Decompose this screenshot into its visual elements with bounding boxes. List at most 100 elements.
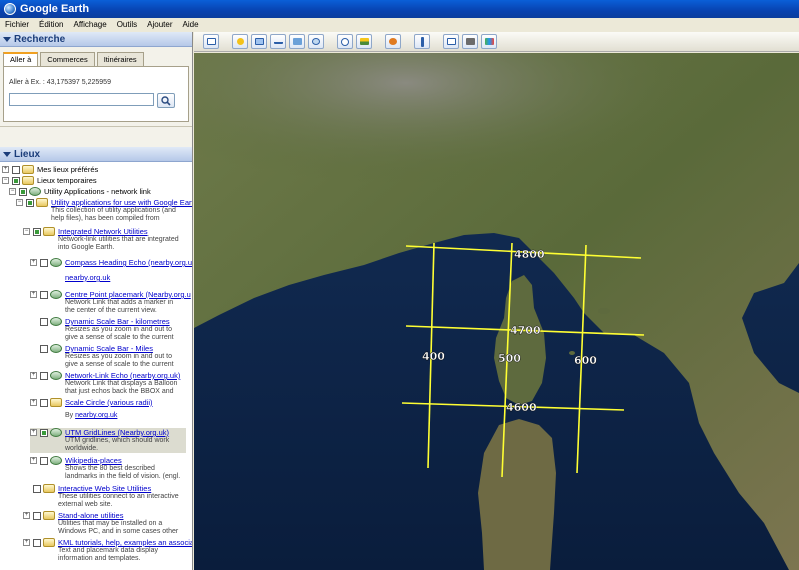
tree-node-temp-places[interactable]: − Lieux temporaires — [2, 176, 192, 185]
historical-imagery-button[interactable] — [337, 34, 353, 49]
satellite-map[interactable]: 4800 4700 4600 400 500 600 — [194, 53, 799, 570]
checkbox[interactable] — [33, 539, 41, 547]
search-panel-title: Recherche — [14, 33, 66, 45]
add-polygon-button[interactable] — [251, 34, 267, 49]
checkbox[interactable] — [33, 512, 41, 520]
node-link[interactable]: Utility applications for use with Google… — [51, 198, 192, 207]
view-in-maps-button[interactable] — [481, 34, 497, 49]
node-link[interactable]: nearby.org.uk — [75, 412, 117, 419]
collapse-icon[interactable]: − — [16, 199, 23, 206]
expand-icon[interactable]: + — [2, 166, 9, 173]
collapse-icon[interactable]: − — [23, 228, 30, 235]
node-link[interactable]: Dynamic Scale Bar - Miles — [65, 344, 174, 353]
expand-icon[interactable]: + — [30, 457, 37, 464]
expand-icon[interactable]: + — [30, 259, 37, 266]
search-hint: Aller à Ex. : 43,175397 5,225959 — [9, 79, 111, 86]
tree-node-integrated[interactable]: − Integrated Network Utilities Network-l… — [23, 227, 192, 252]
tree-node-scale-mi[interactable]: Dynamic Scale Bar - Miles Resizes as you… — [37, 344, 192, 369]
menu-ajouter[interactable]: Ajouter — [142, 18, 177, 32]
collapse-triangle-icon — [3, 151, 11, 157]
checkbox[interactable] — [12, 166, 20, 174]
node-link[interactable]: Dynamic Scale Bar - kilometres — [65, 317, 174, 326]
collapse-icon[interactable]: − — [9, 188, 16, 195]
checkbox[interactable] — [26, 199, 34, 207]
expand-icon[interactable]: + — [23, 539, 30, 546]
email-button[interactable] — [443, 34, 459, 49]
checkbox[interactable] — [40, 372, 48, 380]
places-panel-header[interactable]: Lieux — [0, 147, 192, 162]
sunlight-button[interactable] — [356, 34, 372, 49]
grid-label-4800: 4800 — [514, 248, 545, 261]
expand-icon[interactable]: + — [30, 372, 37, 379]
collapse-icon[interactable]: − — [2, 177, 9, 184]
node-link[interactable]: Centre Point placemark (Nearby.org.u — [65, 290, 191, 299]
tree-node-scale-circle[interactable]: + Scale Circle (various radii) By nearby… — [30, 398, 192, 420]
folder-icon — [36, 198, 48, 207]
tree-node-centre-point[interactable]: + Centre Point placemark (Nearby.org.u N… — [30, 290, 192, 315]
search-input[interactable] — [9, 93, 154, 106]
menu-outils[interactable]: Outils — [112, 18, 142, 32]
tab-itineraires[interactable]: Itinéraires — [96, 52, 144, 66]
tree-node-wikipedia[interactable]: + Wikipedia-places Shows the 80 best des… — [30, 456, 192, 481]
magnifier-icon — [161, 95, 171, 106]
node-link[interactable]: Wikipedia-places — [65, 456, 180, 465]
planets-button[interactable] — [385, 34, 401, 49]
node-link[interactable]: Interactive Web Site Utilities — [58, 484, 179, 493]
checkbox[interactable] — [40, 345, 48, 353]
checkbox[interactable] — [40, 429, 48, 437]
tree-node-kml[interactable]: + KML tutorials, help, examples an assoc… — [23, 538, 192, 563]
sidebar-toggle-button[interactable] — [203, 34, 219, 49]
checkbox[interactable] — [33, 485, 41, 493]
menu-edition[interactable]: Édition — [34, 18, 68, 32]
checkbox[interactable] — [12, 177, 20, 185]
checkbox[interactable] — [40, 259, 48, 267]
node-link[interactable]: Scale Circle (various radii) — [65, 398, 153, 407]
search-tab-body: Aller à Ex. : 43,175397 5,225959 — [3, 66, 189, 122]
checkbox[interactable] — [40, 457, 48, 465]
tree-node-interactive[interactable]: Interactive Web Site Utilities These uti… — [30, 484, 192, 509]
print-button[interactable] — [462, 34, 478, 49]
add-placemark-button[interactable] — [232, 34, 248, 49]
tree-node-utm[interactable]: + UTM GridLines (Nearby.org.uk) UTM grid… — [30, 428, 186, 453]
expand-icon[interactable]: + — [30, 399, 37, 406]
menu-fichier[interactable]: Fichier — [0, 18, 34, 32]
add-overlay-button[interactable] — [289, 34, 305, 49]
tab-aller-a[interactable]: Aller à — [3, 52, 39, 66]
tree-node-compass[interactable]: + Compass Heading Echo (nearby.org.u nea… — [30, 258, 192, 282]
ruler-button[interactable] — [414, 34, 430, 49]
window-title: Google Earth — [20, 3, 90, 15]
search-button[interactable] — [157, 93, 175, 108]
sun-icon — [359, 38, 369, 45]
tree-node-utility-for-ge[interactable]: − Utility applications for use with Goog… — [16, 198, 192, 223]
node-link[interactable]: Stand-alone utilities — [58, 511, 178, 520]
menu-affichage[interactable]: Affichage — [68, 18, 111, 32]
tab-commerces[interactable]: Commerces — [40, 52, 95, 66]
checkbox[interactable] — [33, 228, 41, 236]
tree-node-my-places[interactable]: + Mes lieux préférés — [2, 165, 192, 174]
node-link[interactable]: Compass Heading Echo (nearby.org.u — [65, 258, 192, 267]
checkbox[interactable] — [40, 291, 48, 299]
checkbox[interactable] — [40, 399, 48, 407]
checkbox[interactable] — [40, 318, 48, 326]
tree-node-utility-apps[interactable]: − Utility Applications - network link — [9, 187, 192, 196]
expand-icon[interactable]: + — [30, 291, 37, 298]
tree-node-scale-km[interactable]: Dynamic Scale Bar - kilometres Resizes a… — [37, 317, 192, 342]
search-panel-header[interactable]: Recherche — [0, 32, 192, 47]
record-tour-button[interactable] — [308, 34, 324, 49]
map-icon — [484, 38, 494, 45]
node-link[interactable]: nearby.org.uk — [65, 273, 192, 282]
expand-icon[interactable]: + — [23, 512, 30, 519]
map-view[interactable]: 4800 4700 4600 400 500 600 — [194, 53, 799, 570]
node-link[interactable]: UTM GridLines (Nearby.org.uk) — [65, 428, 169, 437]
node-link[interactable]: Integrated Network Utilities — [58, 227, 179, 236]
node-link[interactable]: KML tutorials, help, examples an associa — [58, 538, 192, 547]
checkbox[interactable] — [19, 188, 27, 196]
expand-icon[interactable]: + — [30, 429, 37, 436]
tree-node-netlink-echo[interactable]: + Network-Link Echo (nearby.org.uk) Netw… — [30, 371, 192, 396]
menu-aide[interactable]: Aide — [178, 18, 204, 32]
add-path-button[interactable] — [270, 34, 286, 49]
tree-node-standalone[interactable]: + Stand-alone utilities Utilities that m… — [23, 511, 192, 536]
sidebar-toggle-icon — [206, 38, 216, 45]
network-link-icon — [50, 344, 62, 353]
node-link[interactable]: Network-Link Echo (nearby.org.uk) — [65, 371, 180, 380]
